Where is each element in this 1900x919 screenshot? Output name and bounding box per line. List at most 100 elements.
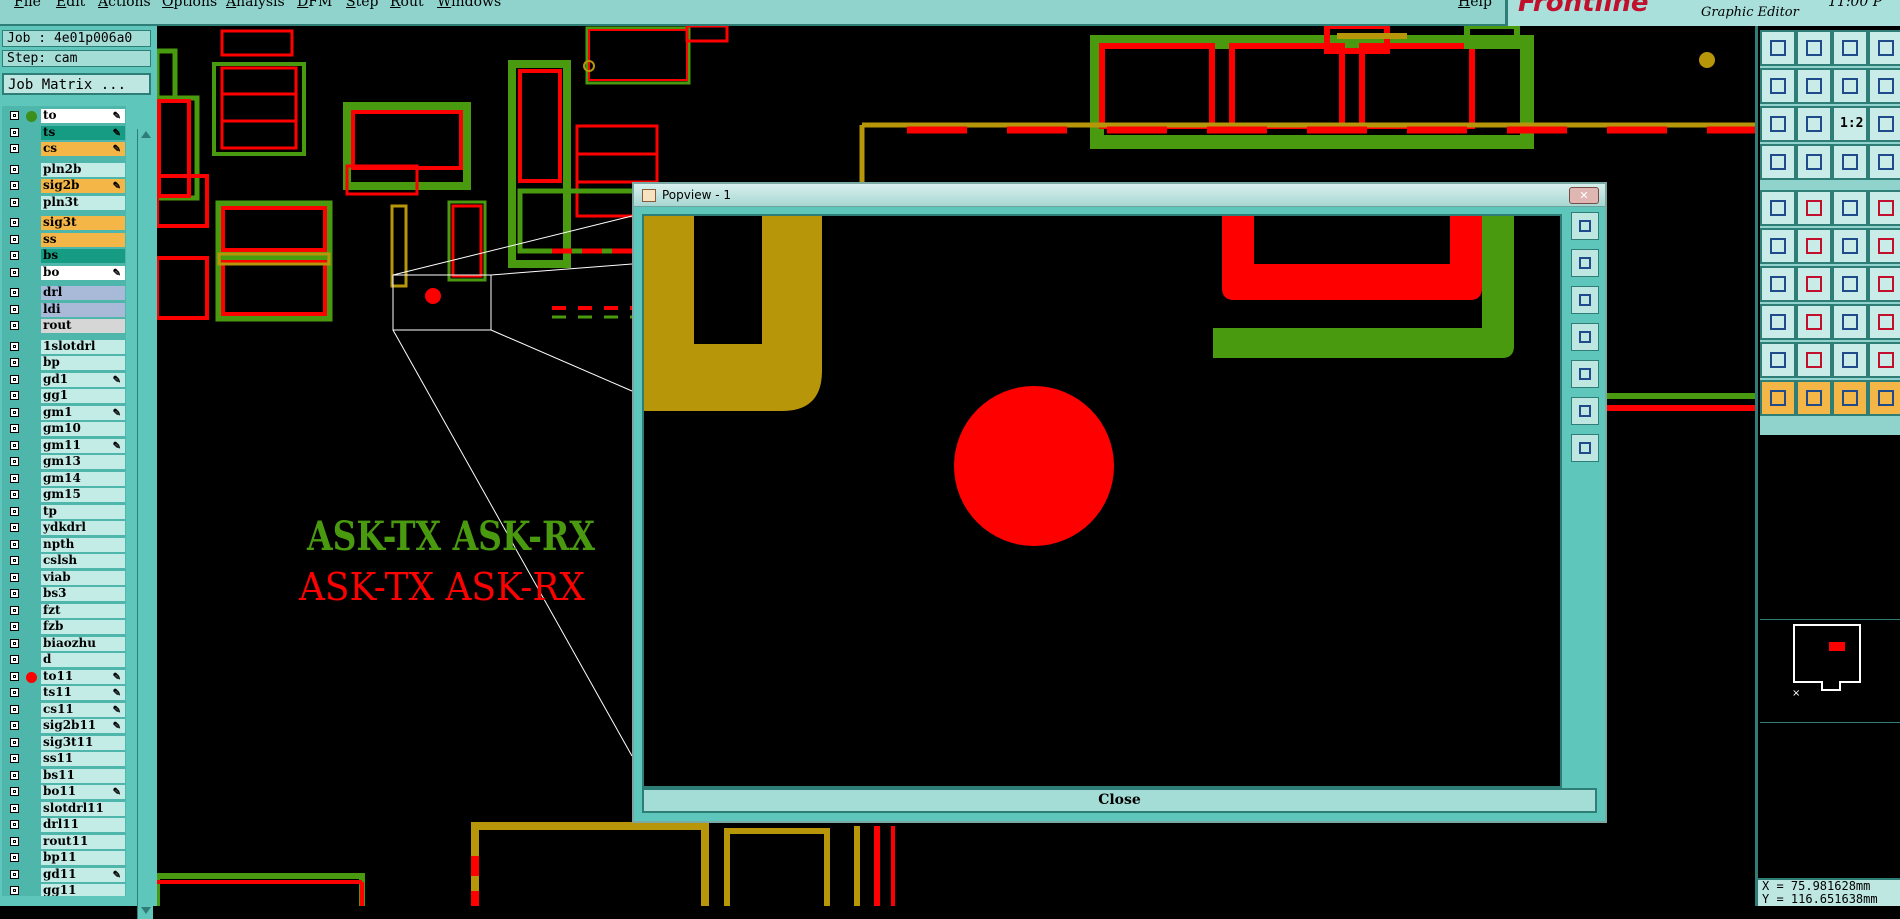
route-icon[interactable]: [1832, 144, 1868, 180]
layer-row[interactable]: 1slotdrl: [2, 339, 126, 355]
layer-checkbox[interactable]: [10, 589, 19, 598]
pan-right-icon[interactable]: [1571, 360, 1599, 388]
layer-name[interactable]: bo ✎: [41, 265, 125, 280]
arch-icon[interactable]: [1832, 342, 1868, 378]
layer-row[interactable]: fzt: [2, 603, 126, 619]
angle-icon[interactable]: [1796, 342, 1832, 378]
menu-rout[interactable]: Rout: [390, 0, 424, 10]
layer-name[interactable]: biaozhu: [41, 636, 125, 651]
layer-row[interactable]: gm1 ✎: [2, 405, 126, 421]
layer-row[interactable]: bp: [2, 355, 126, 371]
layer-row[interactable]: gd1 ✎: [2, 372, 126, 388]
ruler-icon[interactable]: [1832, 190, 1868, 226]
minus-icon[interactable]: [1796, 304, 1832, 340]
layer-row[interactable]: bs11: [2, 768, 126, 784]
layer-name[interactable]: gm14: [41, 471, 125, 486]
layer-row[interactable]: gg11: [2, 883, 126, 896]
scroll-up-icon[interactable]: [141, 131, 151, 138]
layer-checkbox[interactable]: [10, 111, 19, 120]
zoom-center-icon[interactable]: [1796, 106, 1832, 142]
layer-checkbox[interactable]: [10, 655, 19, 664]
layer-checkbox[interactable]: [10, 721, 19, 730]
layer-row[interactable]: ydkdrl: [2, 520, 126, 536]
layer-name[interactable]: bs: [41, 249, 125, 263]
layer-name[interactable]: ts11 ✎: [41, 686, 125, 700]
pan-right-icon[interactable]: [1796, 68, 1832, 104]
pointer-dim-icon[interactable]: [1868, 380, 1900, 416]
close-button[interactable]: Close: [642, 788, 1597, 813]
layer-row[interactable]: cs11 ✎: [2, 702, 126, 718]
layer-row[interactable]: gm13: [2, 454, 126, 470]
layer-row[interactable]: gm15: [2, 487, 126, 503]
layer-name[interactable]: ss: [41, 232, 125, 247]
layer-row[interactable]: biaozhu: [2, 636, 126, 652]
layer-name[interactable]: viab: [41, 570, 125, 585]
layer-name[interactable]: sig3t: [41, 216, 125, 230]
pan-left-icon[interactable]: [1760, 68, 1796, 104]
layer-name[interactable]: rout11: [41, 834, 125, 849]
zoom-fit-icon[interactable]: [1571, 397, 1599, 425]
node-icon[interactable]: [1760, 228, 1796, 264]
layer-row[interactable]: pln2b: [2, 162, 126, 178]
layer-name[interactable]: gm1 ✎: [41, 405, 125, 420]
layer-checkbox[interactable]: [10, 424, 19, 433]
layer-row[interactable]: rout11: [2, 834, 126, 850]
layer-checkbox[interactable]: [10, 267, 19, 277]
layer-row[interactable]: cslsh: [2, 553, 126, 569]
layer-name[interactable]: bp11: [41, 851, 125, 865]
layer-name[interactable]: gm11 ✎: [41, 438, 125, 453]
align-icon[interactable]: [1868, 68, 1900, 104]
ratio-icon[interactable]: 1:2: [1832, 106, 1868, 142]
layer-checkbox[interactable]: [10, 869, 19, 879]
layer-checkbox[interactable]: [10, 321, 19, 330]
layer-row[interactable]: ts ✎: [2, 125, 126, 141]
layer-name[interactable]: drl: [41, 286, 125, 300]
layer-name[interactable]: to11 ✎: [41, 669, 125, 684]
layer-checkbox[interactable]: [10, 407, 19, 417]
layer-checkbox[interactable]: [10, 688, 19, 697]
rotate-icon[interactable]: [1832, 68, 1868, 104]
layer-checkbox[interactable]: [10, 770, 19, 780]
pan-left-icon[interactable]: [1571, 323, 1599, 351]
pointer-plus-icon[interactable]: [1796, 380, 1832, 416]
layer-row[interactable]: gd11 ✎: [2, 867, 126, 883]
layer-name[interactable]: ydkdrl: [41, 521, 125, 535]
layer-checkbox[interactable]: [10, 234, 19, 244]
layer-row[interactable]: drl11: [2, 817, 126, 833]
layer-checkbox[interactable]: [10, 181, 19, 190]
layer-row[interactable]: to11 ✎: [2, 669, 126, 685]
probe-icon[interactable]: [1868, 304, 1900, 340]
menu-actions[interactable]: Actions: [98, 0, 151, 10]
fan-icon[interactable]: [1760, 144, 1796, 180]
corner-icon[interactable]: [1868, 266, 1900, 302]
layer-name[interactable]: npth: [41, 537, 125, 552]
layer-name[interactable]: fzb: [41, 620, 125, 634]
layer-checkbox[interactable]: [10, 539, 19, 549]
layer-row[interactable]: sig3t11: [2, 735, 126, 751]
pointer-minus-icon[interactable]: [1832, 380, 1868, 416]
layer-name[interactable]: cslsh: [41, 554, 125, 568]
layer-checkbox[interactable]: [10, 473, 19, 483]
circle-icon[interactable]: [1868, 190, 1900, 226]
layer-name[interactable]: tp: [41, 504, 125, 519]
layer-row[interactable]: sig2b11 ✎: [2, 718, 126, 734]
layer-row[interactable]: bo11 ✎: [2, 784, 126, 800]
layer-name[interactable]: gd11 ✎: [41, 867, 125, 882]
layer-name[interactable]: pln3t: [41, 195, 125, 210]
connect-icon[interactable]: [1868, 106, 1900, 142]
grid-icon[interactable]: [1796, 144, 1832, 180]
layer-checkbox[interactable]: [10, 304, 19, 314]
layer-row[interactable]: slotdrl11: [2, 801, 126, 817]
menu-options[interactable]: Options: [162, 0, 217, 10]
layer-checkbox[interactable]: [10, 457, 19, 466]
layer-row[interactable]: to ✎: [2, 108, 126, 124]
zoom-in-icon[interactable]: [1571, 249, 1599, 277]
layer-checkbox[interactable]: [10, 556, 19, 565]
layer-row[interactable]: viab: [2, 570, 126, 586]
arc-icon[interactable]: [1868, 228, 1900, 264]
popview-viewport[interactable]: [642, 214, 1562, 788]
layer-name[interactable]: bp: [41, 356, 125, 370]
edit-line-icon[interactable]: [1796, 190, 1832, 226]
layer-row[interactable]: npth: [2, 537, 126, 553]
layer-name[interactable]: ldi: [41, 302, 125, 317]
